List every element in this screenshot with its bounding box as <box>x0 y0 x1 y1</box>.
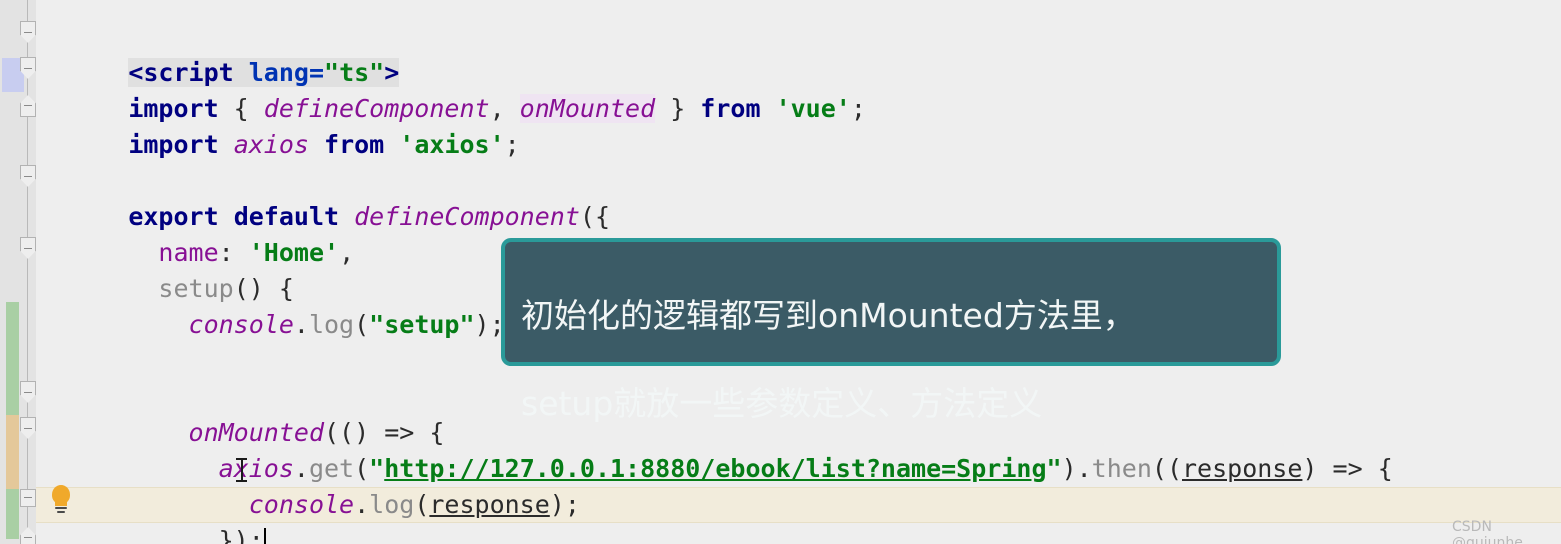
fold-marker-line-3[interactable] <box>20 95 36 117</box>
code-line-6[interactable]: name: 'Home', <box>38 199 354 267</box>
bulb-neck <box>55 502 67 506</box>
annotation-line-2: setup就放一些参数定义、方法定义 <box>521 384 1043 423</box>
code-line-7[interactable]: setup() { <box>38 235 293 303</box>
modified-lines-stripe[interactable] <box>6 415 19 489</box>
fold-marker-line-12[interactable] <box>20 417 36 439</box>
text-i-beam-cursor <box>236 458 247 482</box>
code-folding-rail <box>27 0 28 544</box>
code-line-13[interactable]: console.log(response); <box>38 451 580 519</box>
added-lines-stripe[interactable] <box>6 302 19 415</box>
token-ident-onmounted: onMounted <box>519 94 656 123</box>
token-string-vue: 'vue' <box>775 94 851 123</box>
token-fn-log: log <box>308 310 355 339</box>
code-line-2[interactable]: import { defineComponent, onMounted } fr… <box>38 55 866 123</box>
i-beam-bottom-cap <box>236 480 247 482</box>
fold-marker-line-15[interactable] <box>20 527 36 544</box>
code-line-15[interactable]: }) <box>38 523 219 544</box>
token-ident-definecomponent-2: defineComponent <box>354 202 580 231</box>
token-keyword-from-2: from <box>324 130 385 159</box>
code-line-8[interactable]: console.log("setup"); <box>38 271 505 339</box>
token-fn-log-2: log <box>369 490 415 519</box>
intention-action-bulb[interactable] <box>48 485 74 515</box>
fold-marker-line-7[interactable] <box>20 237 36 259</box>
code-line-5[interactable]: export default defineComponent({ <box>38 163 610 231</box>
annotation-line-1: 初始化的逻辑都写到onMounted方法里， <box>521 296 1136 335</box>
code-line-11[interactable]: onMounted(() => { <box>38 379 445 447</box>
token-ident-console: console <box>188 310 294 339</box>
i-beam-stem <box>241 460 243 480</box>
token-arrow-2: => <box>1332 454 1363 483</box>
token-ident-axios: axios <box>233 130 309 159</box>
annotation-callout: 初始化的逻辑都写到onMounted方法里， setup就放一些参数定义、方法定… <box>501 238 1281 423</box>
token-keyword-from: from <box>700 94 761 123</box>
added-lines-stripe-2[interactable] <box>6 489 19 539</box>
token-string-setup: "setup" <box>369 310 475 339</box>
code-editor-screenshot: <script lang="ts"> import { defineCompon… <box>0 0 1561 544</box>
code-line-1[interactable]: <script lang="ts"> <box>38 19 400 87</box>
fold-marker-line-11[interactable] <box>20 381 36 403</box>
editor-gutter[interactable] <box>0 0 36 544</box>
token-keyword-import-2: import <box>128 130 219 159</box>
text-caret <box>263 528 266 544</box>
csdn-watermark: CSDN @gujunhe <box>1452 519 1523 544</box>
code-line-3[interactable]: import axios from 'axios'; <box>38 91 519 159</box>
bulb-base-line-1 <box>55 507 67 509</box>
bulb-base-line-2 <box>57 511 65 513</box>
token-param-response-2: response <box>429 490 550 519</box>
token-string-axios: 'axios' <box>399 130 505 159</box>
fold-marker-line-5[interactable] <box>20 165 36 187</box>
fold-marker-line-1[interactable] <box>20 21 36 43</box>
fold-marker-line-14[interactable] <box>20 489 36 507</box>
